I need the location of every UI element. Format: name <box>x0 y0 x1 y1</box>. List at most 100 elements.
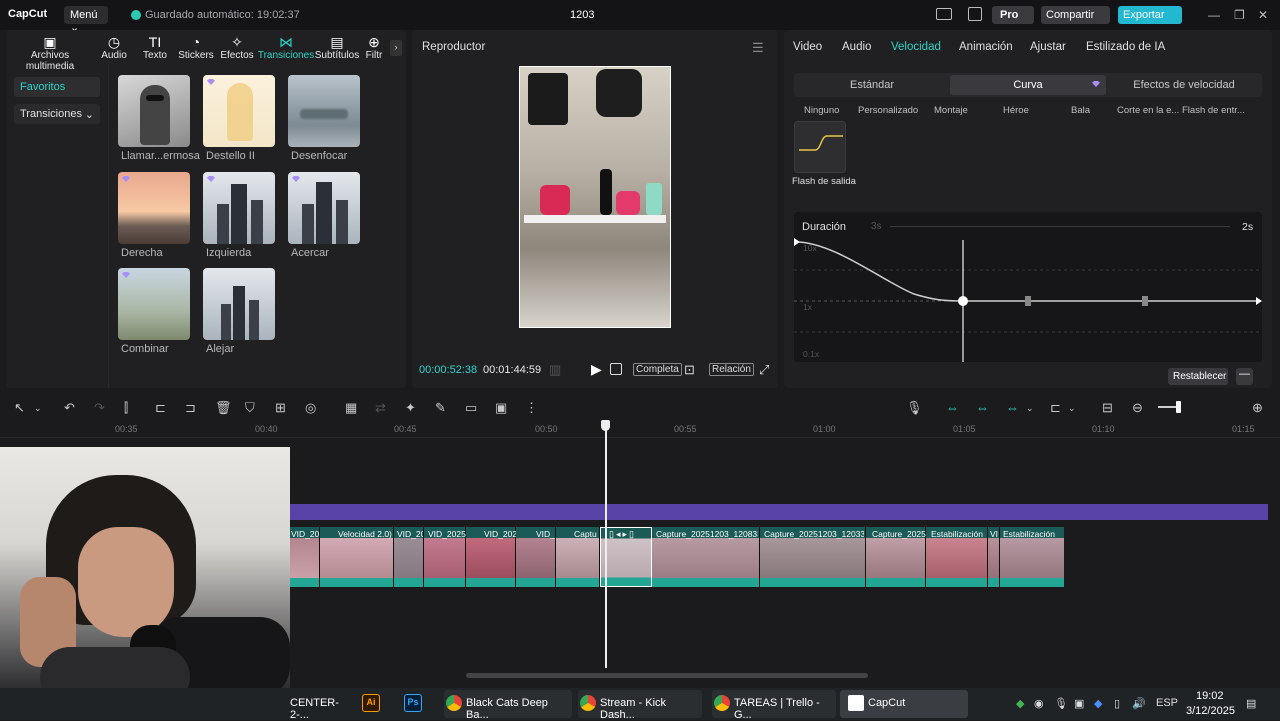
playhead-handle[interactable] <box>601 420 610 431</box>
taskbar-item[interactable]: Stream - Kick Dash... <box>600 690 700 721</box>
shortcuts-icon[interactable] <box>968 7 982 21</box>
mask-icon[interactable]: ⛉ <box>245 400 255 416</box>
tab-ai-style[interactable]: Estilizado de IA <box>1086 41 1165 53</box>
taskbar-item[interactable]: Black Cats Deep Ba... <box>466 690 570 721</box>
tray-app-icon[interactable]: ◆ <box>1016 697 1024 710</box>
preset-none[interactable]: Ninguno <box>804 105 839 116</box>
redo-icon[interactable]: ↷ <box>94 400 105 416</box>
video-clip[interactable]: VI <box>988 527 1000 587</box>
video-clip[interactable]: Capture_20251203_120332 <box>760 527 866 587</box>
video-clip[interactable]: VID_ <box>516 527 556 587</box>
reverse-icon[interactable]: ⇄ <box>375 400 386 416</box>
taskbar-item[interactable]: TAREAS | Trello - G... <box>734 690 834 721</box>
undo-icon[interactable]: ↶ <box>64 400 75 416</box>
segment-standard[interactable]: Estándar <box>796 75 948 95</box>
transition-marker-icon[interactable]: ▯◂▸▯ <box>609 529 636 540</box>
trim-left-icon[interactable]: ⊏ <box>155 400 166 416</box>
timeline-scrollbar[interactable] <box>466 673 868 678</box>
transition-thumb[interactable] <box>288 172 360 244</box>
tab-animation[interactable]: Animación <box>959 41 1013 53</box>
tab-transitions[interactable]: ⋈ Transiciones <box>256 34 316 61</box>
video-clip[interactable]: Captu <box>556 527 600 587</box>
chevron-down-icon[interactable]: ⌄ <box>1026 403 1034 414</box>
camera-tracking-icon[interactable]: ▣ <box>495 400 507 416</box>
playhead[interactable] <box>605 422 607 668</box>
zoom-in-icon[interactable]: ⊕ <box>1252 400 1263 416</box>
menu-button[interactable]: Menú ⌄ <box>64 6 108 34</box>
speed-curve[interactable] <box>794 232 1262 362</box>
link-main-track-icon[interactable]: ⇔ <box>946 400 959 415</box>
video-clip-selected[interactable]: ▯◂▸▯ <box>600 527 652 587</box>
microphone-icon[interactable]: 🎙 <box>906 400 923 416</box>
collapse-icon[interactable]: — <box>1236 368 1253 385</box>
video-clip[interactable]: Estabilización <box>926 527 988 587</box>
chevron-down-icon[interactable]: ⌄ <box>1068 403 1076 414</box>
video-clip[interactable]: VID_202 <box>290 527 320 587</box>
trim-right-icon[interactable]: ⊐ <box>185 400 196 416</box>
timeline-icon[interactable]: ▥ <box>549 362 561 378</box>
freeze-icon[interactable]: ▦ <box>345 400 357 416</box>
battery-icon[interactable]: ▯ <box>1114 697 1120 710</box>
layout-icon[interactable] <box>936 8 952 20</box>
preview-frame[interactable] <box>519 66 671 328</box>
duration-slider[interactable] <box>890 226 1230 227</box>
restore-icon[interactable]: ❐ <box>1234 8 1245 22</box>
transition-thumb[interactable] <box>118 268 190 340</box>
language-indicator[interactable]: ESP <box>1156 697 1178 709</box>
audio-wave-icon[interactable]: ⋮ <box>525 400 538 416</box>
tab-filters[interactable]: ⊕ Filtr <box>360 34 388 61</box>
select-tool-icon[interactable]: ↖ <box>14 400 25 416</box>
play-icon[interactable]: ▶ <box>591 361 602 378</box>
full-quality-button[interactable]: Completa <box>633 363 682 376</box>
transition-thumb[interactable] <box>118 172 190 244</box>
video-clip[interactable]: VID_2025 <box>424 527 466 587</box>
audio-sync-icon[interactable] <box>610 363 622 375</box>
focus-icon[interactable]: ⊡ <box>684 362 695 378</box>
tray-app-icon[interactable]: ◆ <box>1094 697 1102 710</box>
taskbar-item[interactable]: CENTER-2-... <box>290 690 354 721</box>
preset-montage[interactable]: Montaje <box>934 105 968 116</box>
tab-media[interactable]: ▣ Archivos multimedia <box>10 34 90 72</box>
transition-thumb[interactable] <box>288 75 360 147</box>
taskbar-item[interactable]: CapCut <box>868 690 958 718</box>
tab-audio-props[interactable]: Audio <box>842 41 871 53</box>
preset-bullet[interactable]: Bala <box>1071 105 1090 116</box>
video-clip[interactable]: Velocidad 2.0) <box>320 527 394 587</box>
aspect-ratio-button[interactable]: Relación <box>709 363 754 376</box>
snap-icon[interactable]: ⇔ <box>1006 400 1019 415</box>
minimize-icon[interactable]: — <box>1208 8 1220 22</box>
reset-button[interactable]: Restablecer <box>1168 368 1228 385</box>
preview-axis-icon[interactable]: ⊏ <box>1050 400 1061 416</box>
project-title[interactable]: 1203 <box>570 9 594 21</box>
zoom-slider-handle[interactable] <box>1176 401 1181 413</box>
ai-icon[interactable]: ✦ <box>405 400 416 416</box>
clock-time[interactable]: 19:02 <box>1196 690 1224 702</box>
notifications-icon[interactable]: ▤ <box>1246 697 1256 710</box>
speed-icon[interactable]: ◎ <box>305 400 316 416</box>
magnet-icon[interactable]: ⇔ <box>976 400 989 415</box>
preset-flash-in[interactable]: Flash de entr... <box>1182 105 1245 116</box>
zoom-out-icon[interactable]: ⊖ <box>1132 400 1143 416</box>
tab-stickers[interactable]: ◔ Stickers <box>172 34 220 61</box>
video-clip[interactable]: VID_20 <box>394 527 424 587</box>
export-button[interactable]: Exportar <box>1118 6 1182 24</box>
video-clip[interactable]: Capture_20251203_120833 <box>652 527 760 587</box>
magic-icon[interactable]: ✎ <box>435 400 446 416</box>
tray-app-icon[interactable]: ▣ <box>1074 697 1084 710</box>
video-clip[interactable]: VID_202 <box>466 527 516 587</box>
segment-speed-effects[interactable]: Efectos de velocidad <box>1108 75 1260 95</box>
video-clip[interactable]: Capture_2025 <box>866 527 926 587</box>
chevron-down-icon[interactable]: ⌄ <box>34 403 42 414</box>
sidebar-item-transitions[interactable]: Transiciones ⌄ <box>14 104 100 124</box>
transition-thumb[interactable] <box>203 268 275 340</box>
transition-thumb[interactable] <box>118 75 190 147</box>
transition-thumb[interactable] <box>203 75 275 147</box>
tab-video[interactable]: Video <box>793 41 822 53</box>
tab-adjust[interactable]: Ajustar <box>1030 41 1066 53</box>
video-clip[interactable]: Estabilización <box>1000 527 1064 587</box>
audio-track[interactable] <box>290 504 1268 520</box>
chevron-right-icon[interactable]: › <box>390 40 402 56</box>
tab-audio[interactable]: ◷ Audio <box>90 34 138 61</box>
preset-flash-out-thumb[interactable] <box>794 121 846 173</box>
share-button[interactable]: Compartir <box>1041 6 1110 24</box>
